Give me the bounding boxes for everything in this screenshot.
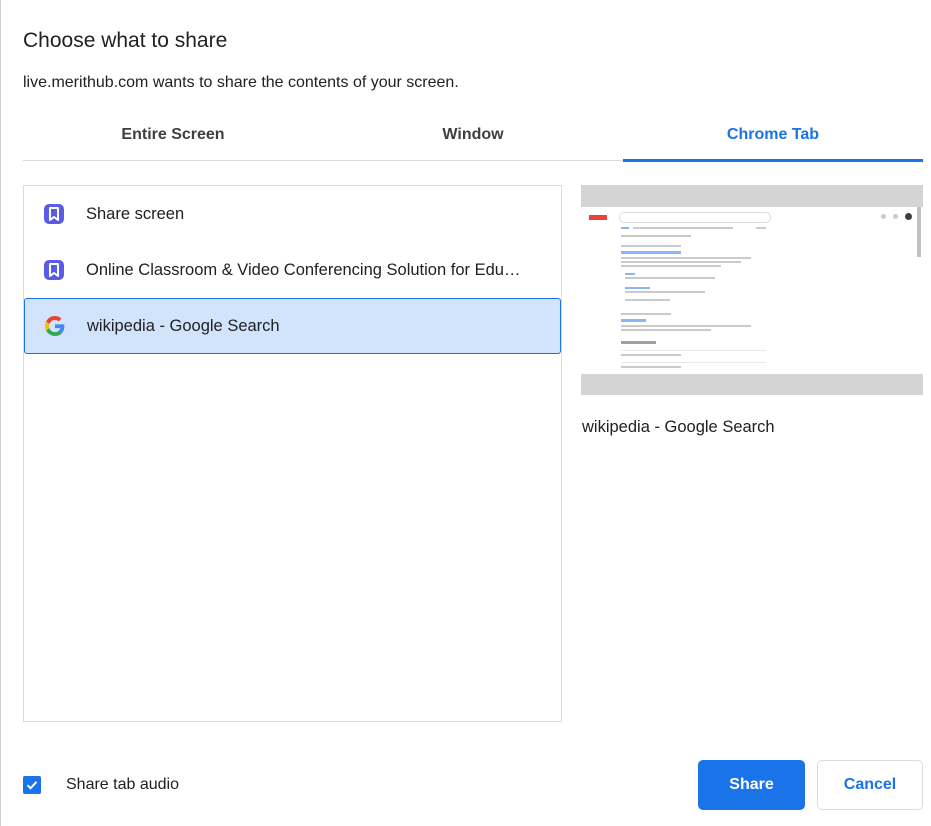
list-item-online-classroom[interactable]: Online Classroom & Video Conferencing So… [24, 242, 561, 298]
list-item-share-screen[interactable]: Share screen [24, 186, 561, 242]
list-item-wikipedia-search[interactable]: wikipedia - Google Search [24, 298, 561, 354]
list-item-label: wikipedia - Google Search [87, 316, 280, 335]
dialog-title: Choose what to share [23, 29, 228, 52]
tab-source-list: Share screen Online Classroom & Video Co… [23, 185, 562, 722]
share-audio-label[interactable]: Share tab audio [66, 776, 179, 794]
source-type-tabs: Entire Screen Window Chrome Tab [23, 112, 923, 162]
preview-page [581, 207, 923, 374]
cancel-button[interactable]: Cancel [817, 760, 923, 810]
list-item-label: Online Classroom & Video Conferencing So… [86, 260, 526, 279]
preview-caption: wikipedia - Google Search [582, 418, 775, 436]
merithub-icon [44, 204, 64, 224]
checkmark-icon [26, 781, 38, 790]
tab-preview-thumbnail [581, 185, 923, 395]
tab-window[interactable]: Window [323, 112, 623, 160]
tab-chrome-tab[interactable]: Chrome Tab [623, 112, 923, 162]
google-icon [45, 316, 65, 336]
tab-entire-screen[interactable]: Entire Screen [23, 112, 323, 160]
share-audio-row: Share tab audio [23, 773, 179, 797]
dialog-subtitle: live.merithub.com wants to share the con… [23, 74, 459, 91]
merithub-icon [44, 260, 64, 280]
share-dialog: Choose what to share live.merithub.com w… [0, 0, 931, 826]
list-item-label: Share screen [86, 204, 185, 223]
share-button[interactable]: Share [698, 760, 805, 810]
share-audio-checkbox[interactable] [23, 776, 41, 794]
